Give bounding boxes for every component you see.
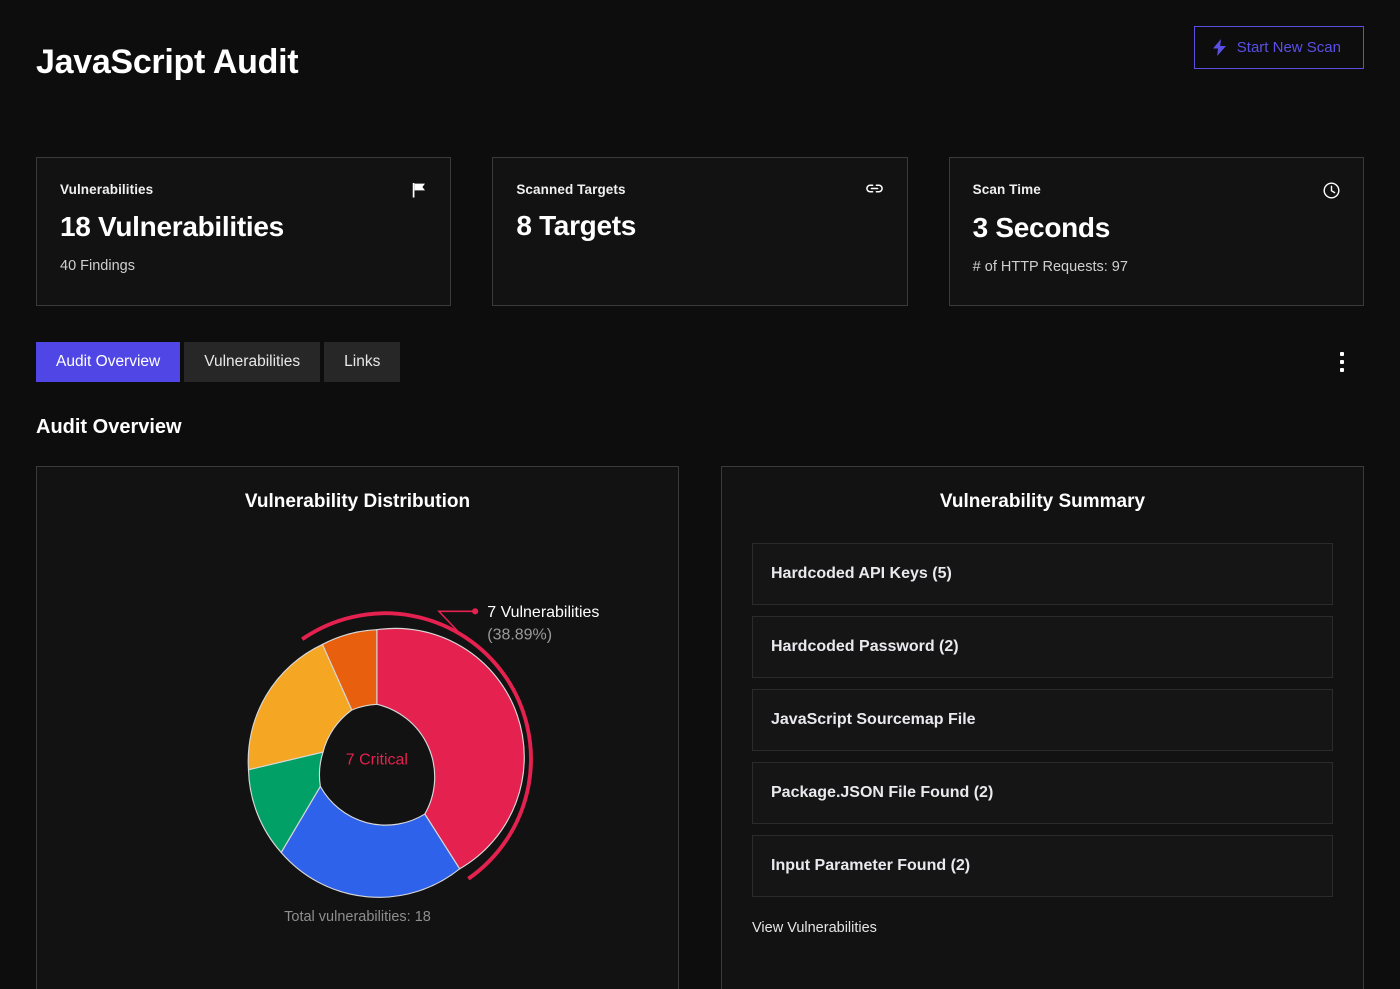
stat-cards-row: Vulnerabilities 18 Vulnerabilities 40 Fi… [36, 157, 1364, 306]
vulnerability-summary-panel: Vulnerability Summary Hardcoded API Keys… [721, 465, 1364, 989]
tab-bar: Audit Overview Vulnerabilities Links [36, 342, 1364, 382]
stat-value: 3 Seconds [972, 212, 1111, 243]
start-new-scan-label: Start New Scan [1236, 39, 1341, 56]
stat-card-vulnerabilities: Vulnerabilities 18 Vulnerabilities 40 Fi… [36, 157, 452, 306]
stat-value: 8 Targets [516, 210, 637, 241]
list-item[interactable]: JavaScript Sourcemap File [752, 688, 1333, 751]
stat-value: 18 Vulnerabilities [60, 211, 284, 242]
summary-list: Hardcoded API Keys (5) Hardcoded Passwor… [752, 542, 1333, 897]
page-header: JavaScript Audit Start New Scan [36, 0, 1364, 118]
kebab-dot [1340, 359, 1344, 364]
stat-label: Scanned Targets [516, 182, 626, 197]
stat-card-header: Vulnerabilities [60, 182, 427, 198]
donut-chart: 7 Vulnerabilities (38.89%) 7 Critical [67, 513, 648, 913]
list-item[interactable]: Input Parameter Found (2) [752, 834, 1333, 897]
stat-card-scanned-targets: Scanned Targets 8 Targets [492, 157, 908, 306]
page-title: JavaScript Audit [36, 43, 299, 81]
stat-label: Vulnerabilities [60, 182, 154, 197]
start-new-scan-button[interactable]: Start New Scan [1193, 26, 1364, 69]
tabs: Audit Overview Vulnerabilities Links [36, 342, 401, 382]
clock-icon [1323, 182, 1340, 199]
section-title: Audit Overview [36, 415, 182, 438]
tab-audit-overview[interactable]: Audit Overview [36, 342, 181, 382]
bolt-icon [1212, 39, 1226, 56]
distribution-panel-title: Vulnerability Distribution [244, 490, 471, 512]
panels-row: Vulnerability Distribution 7 Vulnerabili… [36, 465, 1364, 989]
list-item[interactable]: Hardcoded API Keys (5) [752, 542, 1333, 605]
callout-dot [472, 608, 479, 615]
stat-card-header: Scan Time [973, 182, 1340, 199]
callout-sub-label: (38.89%) [487, 626, 552, 643]
kebab-dot [1340, 351, 1344, 356]
tab-links[interactable]: Links [324, 342, 401, 382]
tab-vulnerabilities[interactable]: Vulnerabilities [184, 342, 321, 382]
vulnerability-distribution-panel: Vulnerability Distribution 7 Vulnerabili… [36, 465, 679, 989]
flag-icon [412, 182, 427, 198]
kebab-menu-icon[interactable] [1330, 346, 1354, 378]
link-icon [865, 182, 884, 195]
summary-panel-title: Vulnerability Summary [939, 490, 1146, 512]
stat-card-scan-time: Scan Time 3 Seconds # of HTTP Requests: … [948, 157, 1364, 306]
callout-leader-line [437, 610, 474, 633]
list-item[interactable]: Hardcoded Password (2) [752, 615, 1333, 678]
list-item[interactable]: Package.JSON File Found (2) [752, 761, 1333, 824]
stat-sub: # of HTTP Requests: 97 [972, 258, 1128, 275]
stat-label: Scan Time [972, 182, 1041, 197]
callout-main-label: 7 Vulnerabilities [487, 604, 599, 621]
view-vulnerabilities-link[interactable]: View Vulnerabilities [752, 920, 877, 936]
donut-center-label: 7 Critical [346, 751, 408, 768]
kebab-dot [1340, 367, 1344, 372]
audit-page: JavaScript Audit Start New Scan Vulnerab… [0, 0, 1400, 989]
stat-card-header: Scanned Targets [516, 182, 883, 197]
stat-sub: 40 Findings [60, 257, 135, 274]
